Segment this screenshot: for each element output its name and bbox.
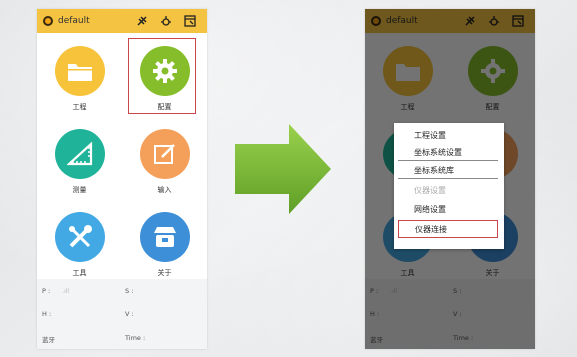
right-arrow-icon: [233, 124, 333, 218]
ruler-icon: [54, 129, 105, 179]
instrument-icon[interactable]: [159, 14, 173, 28]
menu-item-instrument-connect[interactable]: 仪器连接: [398, 220, 498, 238]
menu-item-project-settings[interactable]: 工程设置: [398, 127, 498, 143]
phone-screen-before: default 工程 配置 测量 输入 工具 关于 P: .ıll S: H…: [37, 9, 207, 349]
edit-icon: [139, 129, 190, 179]
h-label: H :: [42, 310, 52, 318]
signal-icon: .ıll: [62, 287, 70, 295]
menu-item-coordinate-library[interactable]: 坐标系统库: [398, 163, 498, 179]
tile-label: 关于: [157, 269, 172, 277]
tile-label: 输入: [157, 186, 172, 194]
tile-input[interactable]: 输入: [122, 120, 207, 200]
tile-about[interactable]: 关于: [122, 203, 207, 283]
export-icon[interactable]: [183, 14, 197, 28]
menu-item-instrument-settings[interactable]: 仪器设置: [398, 182, 498, 198]
menu-item-network-settings[interactable]: 网络设置: [398, 201, 498, 217]
config-popup-menu: 工程设置 坐标系统设置 坐标系统库 仪器设置 网络设置 仪器连接: [394, 123, 504, 249]
satellite-icon[interactable]: [135, 14, 149, 28]
tile-label: 工具: [72, 269, 87, 277]
config-highlight-box: [128, 38, 196, 114]
top-bar: default: [37, 9, 207, 33]
store-icon: [139, 212, 190, 262]
app-title: default: [58, 16, 90, 26]
phone-screen-after: default 工程: [365, 9, 535, 349]
tile-survey[interactable]: 测量: [37, 120, 122, 200]
app-logo-icon: [43, 16, 53, 26]
tile-label: 工程: [72, 103, 87, 111]
tools-icon: [54, 212, 105, 262]
tile-tools[interactable]: 工具: [37, 203, 122, 283]
status-panel: P : .ıll S : H : V : 蓝牙 Time :: [37, 279, 207, 349]
folder-icon: [54, 46, 105, 96]
time-label: Time :: [125, 334, 146, 342]
main-menu-grid: 工程 配置 测量 输入 工具 关于: [37, 33, 207, 289]
bluetooth-label: 蓝牙: [42, 336, 55, 344]
p-label: P :: [42, 287, 51, 295]
dim-overlay-top: [365, 9, 535, 33]
s-label: S :: [125, 287, 134, 295]
menu-item-coordinate-settings[interactable]: 坐标系统设置: [398, 145, 498, 161]
tile-label: 测量: [72, 186, 87, 194]
tile-project[interactable]: 工程: [37, 37, 122, 117]
v-label: V :: [125, 310, 134, 318]
